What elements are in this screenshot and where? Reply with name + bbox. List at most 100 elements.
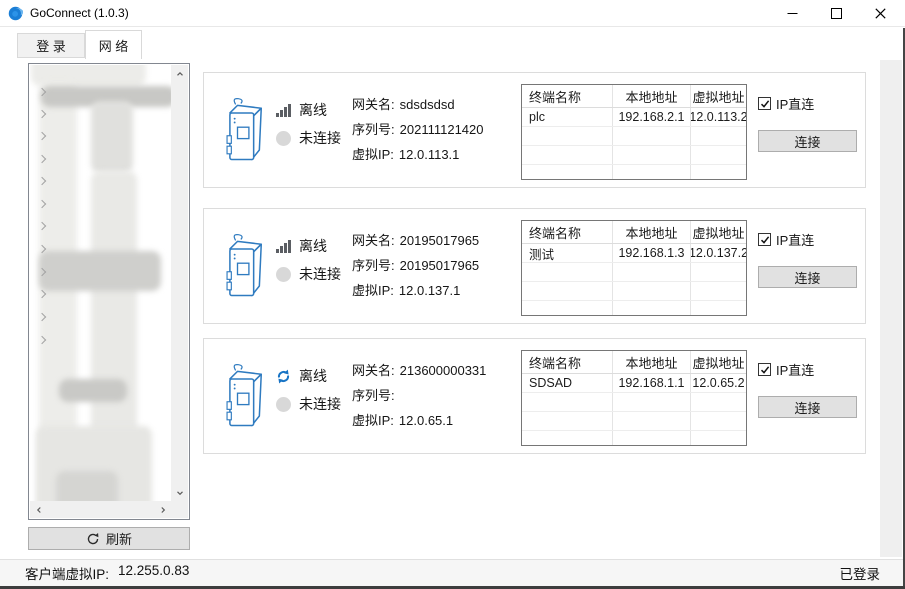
table-row-empty <box>522 301 746 316</box>
serial-value: 20195017965 <box>400 253 480 278</box>
connect-button[interactable]: 连接 <box>758 266 857 288</box>
minimize-icon <box>787 8 798 19</box>
connect-button[interactable]: 连接 <box>758 130 857 152</box>
maximize-icon <box>831 8 842 19</box>
sync-icon <box>276 369 291 384</box>
col-terminal-name: 终端名称 <box>522 85 613 107</box>
virtual-ip-value: 12.0.137.1 <box>399 278 460 303</box>
table-row: 测试 192.168.1.3 12.0.137.2 <box>522 244 746 263</box>
goconnect-window: GoConnect (1.0.3) 登 录 网 络 <box>0 0 905 589</box>
close-icon <box>875 8 886 19</box>
not-connected-dot-icon <box>276 131 291 146</box>
gateway-name-value: sdsdsdsd <box>400 92 455 117</box>
scroll-right-icon[interactable] <box>154 501 171 518</box>
scroll-left-icon[interactable] <box>30 501 47 518</box>
not-connected-label: 未连接 <box>299 264 341 284</box>
checkbox-checked-icon[interactable] <box>758 233 771 246</box>
status-bar: 客户端虚拟IP: 12.255.0.83 已登录 <box>0 559 905 586</box>
connect-button[interactable]: 连接 <box>758 396 857 418</box>
signal-bars-icon <box>276 239 291 253</box>
table-row-empty <box>522 282 746 301</box>
refresh-button[interactable]: 刷新 <box>28 527 190 550</box>
col-local-address: 本地地址 <box>613 351 691 373</box>
table-row: SDSAD 192.168.1.1 12.0.65.2 <box>522 374 746 393</box>
titlebar: GoConnect (1.0.3) <box>0 0 905 26</box>
tree-horizontal-scrollbar[interactable] <box>30 501 171 518</box>
gateway-device-icon <box>223 93 271 169</box>
tab-network[interactable]: 网 络 <box>85 30 142 59</box>
client-vip-label: 客户端虚拟IP: <box>25 563 109 583</box>
offline-label: 离线 <box>299 100 327 120</box>
ip-direct-label: IP直连 <box>776 230 814 249</box>
col-virtual-address: 虚拟地址 <box>691 221 746 243</box>
titlebar-separator <box>0 26 905 27</box>
app-logo-icon <box>8 6 23 21</box>
table-row-empty <box>522 393 746 412</box>
device-tree[interactable] <box>28 63 190 520</box>
maximize-button[interactable] <box>814 0 858 26</box>
client-vip-value: 12.255.0.83 <box>118 563 189 583</box>
virtual-ip-label: 虚拟IP: <box>352 408 394 433</box>
refresh-button-label: 刷新 <box>106 529 132 548</box>
col-terminal-name: 终端名称 <box>522 221 613 243</box>
gateway-name-label: 网关名: <box>352 92 395 117</box>
tree-vertical-scrollbar[interactable] <box>171 65 188 501</box>
virtual-ip-value: 12.0.113.1 <box>399 142 459 167</box>
not-connected-dot-icon <box>276 397 291 412</box>
tab-network-label: 网 络 <box>99 36 129 55</box>
col-virtual-address: 虚拟地址 <box>691 351 746 373</box>
gateway-info: 网关名:213600000331 序列号: 虚拟IP:12.0.65.1 <box>352 358 486 433</box>
table-row: plc 192.168.2.1 12.0.113.2 <box>522 108 746 127</box>
table-row-empty <box>522 412 746 431</box>
gateway-name-label: 网关名: <box>352 228 395 253</box>
scrollbar-corner <box>171 501 188 518</box>
main-scrollbar-track[interactable] <box>880 60 902 557</box>
terminal-table: 终端名称 本地地址 虚拟地址 plc 192.168.2.1 12.0.113.… <box>521 84 747 180</box>
table-row-empty <box>522 127 746 146</box>
ip-direct-option[interactable]: IP直连 <box>758 360 814 379</box>
minimize-button[interactable] <box>770 0 814 26</box>
tab-login-label: 登 录 <box>36 36 66 55</box>
not-connected-label: 未连接 <box>299 128 341 148</box>
terminal-table: 终端名称 本地地址 虚拟地址 测试 192.168.1.3 12.0.137.2 <box>521 220 747 316</box>
gateway-name-label: 网关名: <box>352 358 395 383</box>
serial-label: 序列号: <box>352 253 395 278</box>
checkbox-checked-icon[interactable] <box>758 97 771 110</box>
table-row-empty <box>522 263 746 282</box>
table-row-empty <box>522 165 746 180</box>
redacted-tree-content <box>30 65 171 501</box>
virtual-ip-label: 虚拟IP: <box>352 278 394 303</box>
gateway-name-value: 213600000331 <box>400 358 487 383</box>
checkbox-checked-icon[interactable] <box>758 363 771 376</box>
table-row-empty <box>522 146 746 165</box>
not-connected-label: 未连接 <box>299 394 341 414</box>
col-terminal-name: 终端名称 <box>522 351 613 373</box>
ip-direct-label: IP直连 <box>776 94 814 113</box>
gateway-name-value: 20195017965 <box>400 228 480 253</box>
gateway-info: 网关名:sdsdsdsd 序列号:202111121420 虚拟IP:12.0.… <box>352 92 484 167</box>
ip-direct-option[interactable]: IP直连 <box>758 230 814 249</box>
login-status: 已登录 <box>840 563 881 583</box>
col-local-address: 本地地址 <box>613 85 691 107</box>
gateway-card-1: 离线 未连接 网关名:sdsdsdsd 序列号:202111121420 虚拟I… <box>203 72 866 188</box>
tab-login[interactable]: 登 录 <box>17 33 85 58</box>
virtual-ip-value: 12.0.65.1 <box>399 408 453 433</box>
offline-label: 离线 <box>299 366 327 386</box>
signal-bars-icon <box>276 103 291 117</box>
ip-direct-option[interactable]: IP直连 <box>758 94 814 113</box>
table-header-row: 终端名称 本地地址 虚拟地址 <box>522 221 746 244</box>
table-header-row: 终端名称 本地地址 虚拟地址 <box>522 351 746 374</box>
gateway-device-icon <box>223 229 271 305</box>
serial-value: 202111121420 <box>400 117 484 142</box>
gateway-device-icon <box>223 359 271 435</box>
scroll-down-icon[interactable] <box>171 484 188 501</box>
gateway-card-2: 离线 未连接 网关名:20195017965 序列号:20195017965 虚… <box>203 208 866 324</box>
serial-label: 序列号: <box>352 117 395 142</box>
window-title: GoConnect (1.0.3) <box>30 6 129 20</box>
ip-direct-label: IP直连 <box>776 360 814 379</box>
scroll-up-icon[interactable] <box>171 65 188 82</box>
close-button[interactable] <box>858 0 902 26</box>
table-row-empty <box>522 431 746 446</box>
table-header-row: 终端名称 本地地址 虚拟地址 <box>522 85 746 108</box>
virtual-ip-label: 虚拟IP: <box>352 142 394 167</box>
